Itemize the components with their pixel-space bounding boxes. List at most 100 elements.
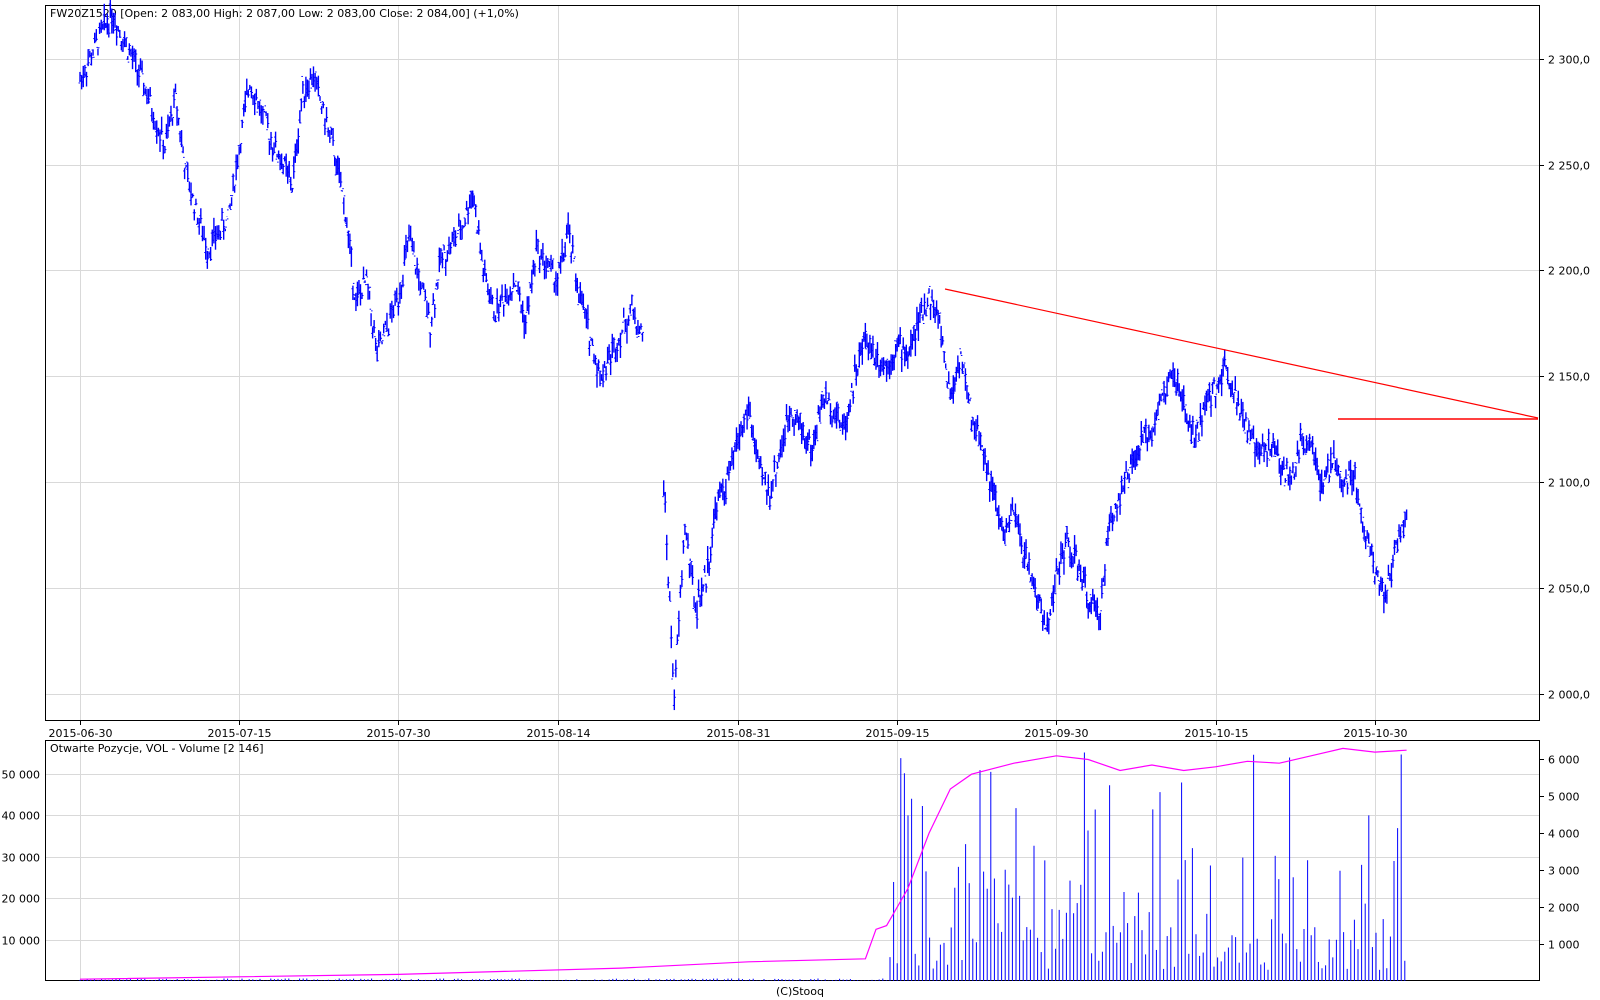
price-bar bbox=[325, 107, 329, 123]
volume-bars bbox=[79, 752, 1406, 981]
price-bar bbox=[318, 94, 322, 103]
price-bar bbox=[1048, 608, 1052, 616]
price-bar bbox=[672, 689, 676, 711]
price-y-axis: 2 000,0 2 050,0 2 100,0 2 150,0 2 200,0 2 250… bbox=[1540, 54, 1590, 702]
price-bar bbox=[628, 304, 632, 316]
volume-right-tick-label: 3 000 bbox=[1548, 865, 1580, 878]
price-bar bbox=[298, 110, 302, 124]
price-bar bbox=[671, 663, 675, 680]
price-panel-frame bbox=[45, 5, 1540, 721]
price-bar bbox=[431, 293, 435, 306]
price-bar bbox=[1332, 440, 1336, 459]
volume-right-tick-label: 4 000 bbox=[1548, 828, 1580, 841]
price-bar bbox=[1327, 474, 1331, 484]
volume-left-tick-label: 30 000 bbox=[2, 852, 41, 865]
price-x-tick-label: 2015-07-30 bbox=[367, 727, 431, 740]
price-bar bbox=[775, 461, 779, 469]
price-bar bbox=[1197, 432, 1201, 442]
price-bar bbox=[1251, 425, 1255, 444]
volume-grid bbox=[46, 741, 1540, 981]
price-x-tick-label: 2015-08-14 bbox=[527, 727, 591, 740]
volume-right-tick-label: 5 000 bbox=[1548, 791, 1580, 804]
price-bar bbox=[1124, 460, 1128, 473]
price-bar bbox=[340, 188, 344, 192]
price-bar bbox=[587, 340, 591, 356]
price-bar bbox=[618, 332, 622, 358]
price-y-tick-label: 2 000,0 bbox=[1548, 689, 1590, 702]
price-bar bbox=[772, 455, 776, 473]
price-bar bbox=[703, 565, 707, 577]
price-y-tick-label: 2 300,0 bbox=[1548, 54, 1590, 67]
price-x-tick-label: 2015-10-30 bbox=[1344, 727, 1408, 740]
price-x-tick-label: 2015-07-15 bbox=[208, 727, 272, 740]
price-bar bbox=[301, 75, 305, 94]
volume-right-axis: 1 000 2 000 3 000 4 000 5 000 6 000 bbox=[1540, 754, 1580, 952]
price-bar bbox=[1285, 457, 1289, 470]
price-bar bbox=[220, 207, 224, 221]
price-bar bbox=[640, 331, 644, 342]
volume-right-tick-label: 6 000 bbox=[1548, 754, 1580, 767]
price-y-tick-label: 2 100,0 bbox=[1548, 477, 1590, 490]
price-bar bbox=[474, 204, 478, 218]
price-bar bbox=[444, 259, 448, 276]
price-bar bbox=[240, 119, 244, 128]
price-y-tick-label: 2 200,0 bbox=[1548, 265, 1590, 278]
price-y-tick-label: 2 150,0 bbox=[1548, 371, 1590, 384]
price-bar bbox=[927, 285, 931, 294]
price-bar bbox=[1359, 507, 1363, 524]
price-bar bbox=[680, 570, 684, 588]
price-bar bbox=[674, 659, 678, 678]
volume-left-tick-label: 40 000 bbox=[2, 810, 41, 823]
price-x-axis: 2015-06-30 2015-07-15 2015-07-30 2015-08-14… bbox=[49, 721, 1408, 740]
volume-panel: Otwarte Pozycje, VOL - Volume [2 146] 10… bbox=[2, 740, 1580, 981]
volume-chart-title: Otwarte Pozycje, VOL - Volume [2 146] bbox=[50, 742, 264, 755]
price-bar bbox=[665, 534, 669, 561]
price-bar bbox=[209, 246, 213, 261]
price-y-tick-label: 2 250,0 bbox=[1548, 160, 1590, 173]
price-bar bbox=[959, 348, 963, 356]
price-bar bbox=[1283, 478, 1287, 487]
price-panel: FW20Z1520 [Open: 2 083,00 High: 2 087,00… bbox=[45, 0, 1590, 740]
price-bar bbox=[681, 539, 685, 554]
price-chart-title: FW20Z1520 [Open: 2 083,00 High: 2 087,00… bbox=[50, 7, 519, 20]
price-x-tick-label: 2015-06-30 bbox=[49, 727, 113, 740]
chart-canvas: FW20Z1520 [Open: 2 083,00 High: 2 087,00… bbox=[2, 0, 1590, 998]
volume-left-tick-label: 10 000 bbox=[2, 935, 41, 948]
price-bar bbox=[463, 217, 467, 227]
price-bar bbox=[181, 146, 185, 158]
price-bar bbox=[430, 316, 434, 327]
price-x-tick-label: 2015-10-15 bbox=[1185, 727, 1249, 740]
volume-left-tick-label: 20 000 bbox=[2, 893, 41, 906]
price-bar bbox=[926, 297, 930, 309]
price-bar bbox=[342, 195, 346, 215]
price-bar bbox=[192, 209, 196, 221]
resistance-trendline bbox=[944, 288, 1539, 419]
price-bar bbox=[183, 167, 187, 180]
price-bar bbox=[571, 235, 575, 254]
price-bar bbox=[1267, 428, 1271, 451]
price-bar bbox=[710, 527, 714, 548]
price-bar bbox=[569, 251, 573, 264]
price-bar bbox=[900, 349, 904, 373]
price-bar bbox=[362, 266, 366, 283]
price-bar bbox=[1345, 481, 1349, 495]
price-bar bbox=[428, 332, 432, 348]
price-bar bbox=[921, 314, 925, 325]
price-bar bbox=[1265, 451, 1269, 467]
price-bar bbox=[442, 244, 446, 254]
price-bar bbox=[1233, 376, 1237, 391]
price-bar bbox=[604, 366, 608, 381]
price-bar bbox=[225, 216, 229, 221]
footer-credit: (C)Stooq bbox=[776, 985, 824, 998]
price-series bbox=[78, 0, 1408, 711]
volume-right-tick-label: 2 000 bbox=[1548, 902, 1580, 915]
volume-panel-frame bbox=[45, 740, 1540, 981]
price-bar bbox=[369, 308, 373, 327]
volume-right-tick-label: 1 000 bbox=[1548, 939, 1580, 952]
price-bar bbox=[668, 591, 672, 602]
price-bar bbox=[1103, 564, 1107, 586]
price-bar bbox=[299, 98, 303, 112]
price-bar bbox=[502, 302, 506, 317]
price-bar bbox=[396, 301, 400, 316]
price-bar bbox=[194, 198, 198, 206]
